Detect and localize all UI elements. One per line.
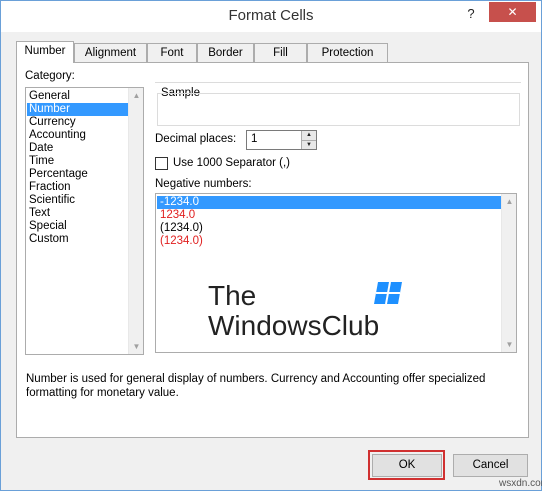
- windows-logo-icon: [374, 281, 402, 305]
- category-item[interactable]: Scientific: [27, 194, 128, 207]
- category-item-selected[interactable]: Number: [27, 103, 128, 116]
- tab-border[interactable]: Border: [197, 43, 254, 62]
- separator-checkbox[interactable]: [155, 157, 168, 170]
- category-item[interactable]: Time: [27, 155, 128, 168]
- negative-format-item[interactable]: (1234.0): [157, 235, 501, 248]
- format-cells-dialog: Format Cells ? ✕ Number Alignment Font B…: [0, 0, 542, 491]
- tab-protection[interactable]: Protection: [307, 43, 388, 62]
- scroll-up-icon[interactable]: ▲: [502, 194, 517, 209]
- decimal-places-stepper[interactable]: 1 ▲ ▼: [246, 130, 317, 150]
- site-watermark: wsxdn.com: [499, 478, 542, 489]
- scroll-down-icon[interactable]: ▼: [129, 339, 144, 354]
- negative-format-item[interactable]: 1234.0: [157, 209, 501, 222]
- decimal-places-label: Decimal places:: [155, 133, 237, 145]
- category-item[interactable]: Custom: [27, 233, 128, 246]
- description-line: Number is used for general display of nu…: [26, 373, 486, 385]
- category-item[interactable]: Percentage: [27, 168, 128, 181]
- category-list[interactable]: General Number Currency Accounting Date …: [25, 87, 144, 355]
- title-bar[interactable]: Format Cells ? ✕: [1, 1, 541, 32]
- cancel-button[interactable]: Cancel: [453, 454, 528, 477]
- category-item[interactable]: Text: [27, 207, 128, 220]
- tab-font[interactable]: Font: [147, 43, 197, 62]
- close-button[interactable]: ✕: [489, 2, 536, 22]
- negative-numbers-list[interactable]: -1234.0 1234.0 (1234.0) (1234.0) The Win…: [155, 193, 517, 353]
- watermark-line2: WindowsClub: [208, 310, 380, 341]
- separator-label[interactable]: Use 1000 Separator (,): [173, 157, 290, 169]
- number-tab-panel: Category: General Number Currency Accoun…: [16, 62, 529, 438]
- scroll-down-icon[interactable]: ▼: [502, 337, 517, 352]
- category-item[interactable]: General: [27, 90, 128, 103]
- help-button[interactable]: ?: [459, 4, 483, 24]
- negative-format-item-selected[interactable]: -1234.0: [157, 196, 501, 209]
- decimal-places-value[interactable]: 1: [251, 133, 257, 145]
- sample-preview: [157, 93, 520, 126]
- watermark: The WindowsClub: [208, 280, 413, 342]
- negative-format-item[interactable]: (1234.0): [157, 222, 501, 235]
- watermark-line1: The: [208, 280, 257, 311]
- increment-icon[interactable]: ▲: [301, 131, 316, 140]
- format-description: Number is used for general display of nu…: [26, 372, 521, 400]
- category-label: Category:: [25, 70, 75, 82]
- tab-alignment[interactable]: Alignment: [74, 43, 147, 62]
- negative-numbers-label: Negative numbers:: [155, 178, 252, 190]
- description-line: formatting for monetary value.: [26, 387, 179, 399]
- tab-fill[interactable]: Fill: [254, 43, 307, 62]
- negative-numbers-scrollbar[interactable]: ▲ ▼: [501, 194, 516, 352]
- category-item[interactable]: Accounting: [27, 129, 128, 142]
- decrement-icon[interactable]: ▼: [301, 140, 316, 149]
- category-item[interactable]: Date: [27, 142, 128, 155]
- category-item[interactable]: Fraction: [27, 181, 128, 194]
- tab-number[interactable]: Number: [16, 41, 74, 63]
- category-scrollbar[interactable]: ▲ ▼: [128, 88, 143, 354]
- scroll-up-icon[interactable]: ▲: [129, 88, 144, 103]
- ok-button[interactable]: OK: [372, 454, 442, 477]
- category-item[interactable]: Special: [27, 220, 128, 233]
- category-item[interactable]: Currency: [27, 116, 128, 129]
